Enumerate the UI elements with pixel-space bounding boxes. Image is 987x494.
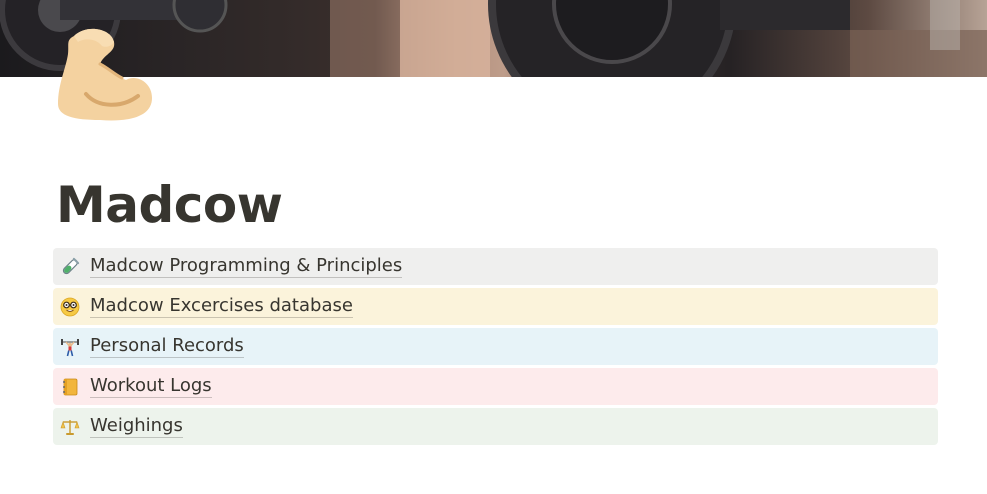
page-title: Madcow (56, 176, 283, 234)
page-links-list: Madcow Programming & Principles Madcow E… (53, 248, 938, 448)
link-label[interactable]: Madcow Excercises database (90, 295, 353, 318)
link-madcow-exercises-database[interactable]: Madcow Excercises database (53, 288, 938, 325)
balance-scale-icon (58, 415, 82, 439)
link-workout-logs[interactable]: Workout Logs (53, 368, 938, 405)
link-label[interactable]: Workout Logs (90, 375, 212, 398)
link-madcow-programming[interactable]: Madcow Programming & Principles (53, 248, 938, 285)
link-weighings[interactable]: Weighings (53, 408, 938, 445)
nerd-face-icon (58, 295, 82, 319)
link-label[interactable]: Personal Records (90, 335, 244, 358)
link-label[interactable]: Madcow Programming & Principles (90, 255, 403, 278)
flexed-biceps-icon[interactable] (56, 24, 154, 124)
test-tube-icon (58, 255, 82, 279)
notebook-icon (58, 375, 82, 399)
link-label[interactable]: Weighings (90, 415, 183, 438)
weightlifter-icon (58, 335, 82, 359)
link-personal-records[interactable]: Personal Records (53, 328, 938, 365)
